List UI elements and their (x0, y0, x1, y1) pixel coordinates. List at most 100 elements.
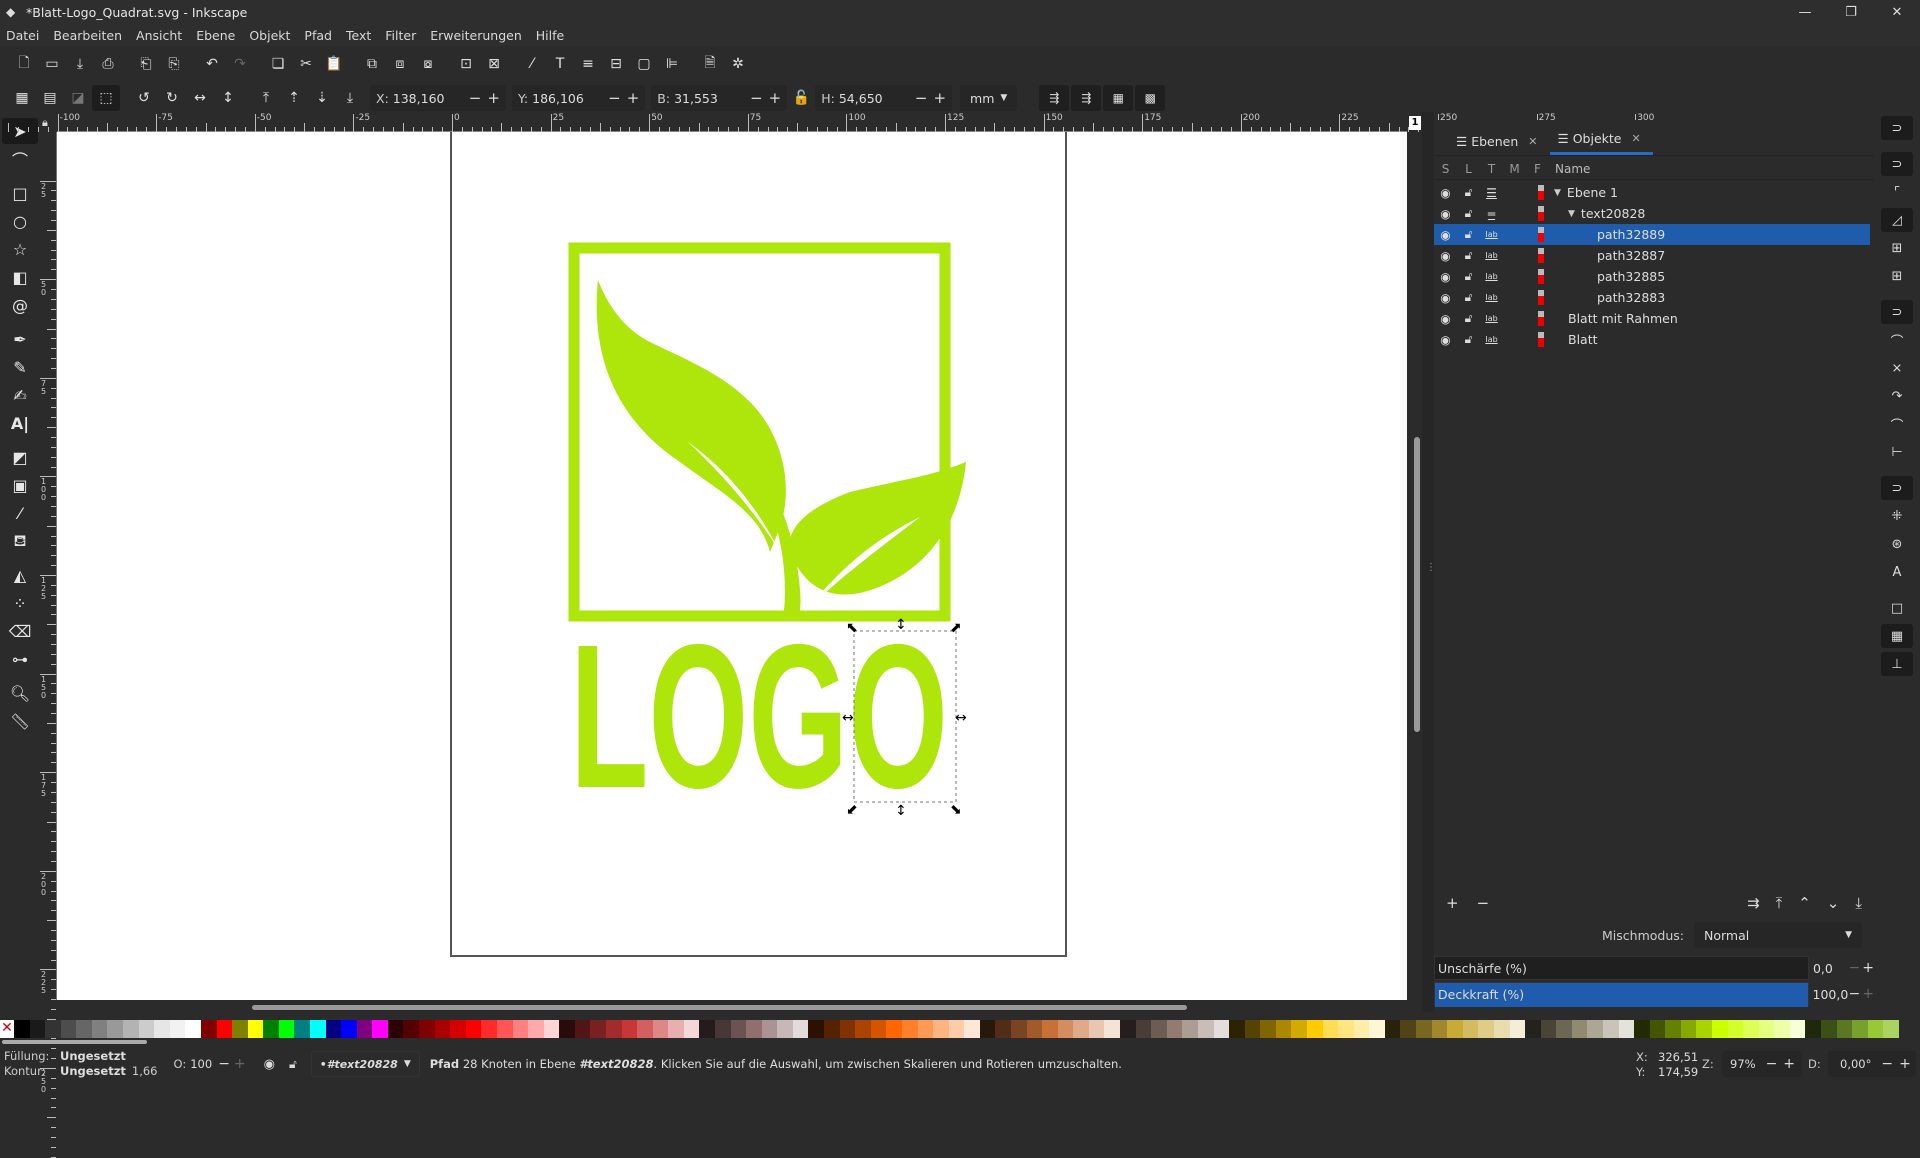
color-swatch[interactable] (792, 1020, 809, 1038)
object-row-ebene-1[interactable]: ◉ 🔓︎ ☰ ▼ Ebene 1 (1434, 182, 1870, 203)
color-swatch[interactable] (746, 1020, 762, 1038)
color-swatch[interactable] (1244, 1020, 1261, 1038)
indent-button[interactable]: ⇉ (1747, 894, 1760, 912)
color-swatch[interactable] (1322, 1020, 1339, 1038)
unlock-icon[interactable]: 🔓︎ (1457, 248, 1480, 263)
snap-bbox-button[interactable]: ⊃ (1881, 152, 1913, 176)
color-swatch[interactable] (1400, 1020, 1417, 1038)
color-swatch[interactable] (839, 1020, 856, 1038)
color-swatch[interactable] (294, 1020, 310, 1038)
visibility-eye-icon[interactable]: ◉ (1434, 291, 1457, 305)
leaf-large[interactable] (596, 280, 786, 552)
align-distribute-button[interactable]: ⊫ (658, 51, 686, 77)
tool-ellipse[interactable]: ○ (2, 208, 38, 234)
color-swatch[interactable] (1618, 1020, 1635, 1038)
tool-measure[interactable]: 📏︎ (2, 708, 38, 734)
color-swatch[interactable] (1680, 1020, 1697, 1038)
snap-cusp-button[interactable]: ↷ (1881, 384, 1913, 408)
color-swatch[interactable] (605, 1020, 622, 1038)
scale-handle-e[interactable]: ↔ (955, 710, 967, 726)
color-swatch[interactable] (995, 1020, 1011, 1038)
undo-button[interactable]: ↶ (198, 51, 226, 77)
add-object-button[interactable]: + (1446, 894, 1459, 912)
copy-button[interactable]: ❏ (264, 51, 292, 77)
flip-horizontal-button[interactable]: ↔ (186, 85, 214, 111)
object-row-text20828[interactable]: ◉ 🔓︎ ═ ▼ text20828 (1434, 203, 1870, 224)
color-swatch[interactable] (434, 1020, 451, 1038)
print-button[interactable]: ⎙ (94, 51, 122, 77)
tab-objekte[interactable]: ☰ Objekte ✕ (1549, 131, 1653, 155)
opacity-short-increment[interactable]: + (234, 1056, 246, 1072)
tool-zoom[interactable]: 🔍︎ (2, 680, 38, 706)
tool-rectangle[interactable]: □ (2, 180, 38, 206)
rotate-ccw-button[interactable]: ↺ (130, 85, 158, 111)
cut-button[interactable]: ✂ (292, 51, 320, 77)
select-all-button[interactable]: ▦ (8, 85, 36, 111)
col-name[interactable]: Name (1555, 162, 1590, 176)
tool-mesh[interactable]: ▣ (2, 472, 38, 498)
color-swatch[interactable] (683, 1020, 700, 1038)
color-swatch[interactable] (76, 1020, 92, 1038)
color-swatch[interactable] (1135, 1020, 1152, 1038)
tool-spiral[interactable]: @ (2, 292, 38, 318)
tool-paint-bucket[interactable]: ⛾ (2, 528, 38, 554)
snap-others-button[interactable]: ⊃ (1881, 476, 1913, 500)
vertical-ruler[interactable]: 25 50 75 100 125 150 175 200 225 250 (40, 132, 57, 1158)
color-swatch[interactable] (1151, 1020, 1167, 1038)
color-swatch[interactable] (123, 1020, 139, 1038)
object-name[interactable]: path32885 (1597, 269, 1665, 284)
color-swatch[interactable] (886, 1020, 902, 1038)
color-swatch[interactable] (1291, 1020, 1307, 1038)
menu-ansicht[interactable]: Ansicht (136, 28, 182, 43)
transform-patterns-button[interactable]: ▩ (1135, 85, 1166, 111)
open-button[interactable]: ▭ (38, 51, 66, 77)
color-swatch[interactable] (1602, 1020, 1619, 1038)
color-swatch[interactable] (185, 1020, 201, 1038)
preferences-button[interactable]: ✲ (724, 51, 752, 77)
lower-button[interactable]: ⌄ (1827, 894, 1840, 912)
blur-increment[interactable]: + (1862, 960, 1874, 976)
object-row-blatt[interactable]: ◉ 🔓︎ Iab Blatt (1434, 329, 1870, 350)
rotate-cw-button[interactable]: ↻ (158, 85, 186, 111)
width-field[interactable]: B: 31,553 − + (651, 85, 788, 111)
color-swatch[interactable] (1743, 1020, 1759, 1038)
color-swatch[interactable] (590, 1020, 606, 1038)
color-swatch[interactable] (263, 1020, 279, 1038)
snap-path-button[interactable]: ⌒ (1881, 328, 1913, 352)
tab-ebenen[interactable]: ☰ Ebenen ✕ (1448, 134, 1550, 155)
expand-triangle-icon[interactable]: ▼ (1554, 188, 1561, 198)
color-swatch[interactable] (1120, 1020, 1136, 1038)
color-swatch[interactable] (1011, 1020, 1027, 1038)
snap-center-button[interactable]: ⁜ (1881, 504, 1913, 528)
tool-gradient[interactable]: ◩ (2, 444, 38, 470)
color-swatch[interactable] (387, 1020, 404, 1038)
horizontal-ruler[interactable]: -125-100-75-50-2502550751001251501752002… (8, 112, 1725, 132)
visibility-eye-icon[interactable]: ◉ (1434, 228, 1457, 242)
color-swatch[interactable] (1665, 1020, 1681, 1038)
scale-handle-w[interactable]: ↔ (842, 710, 854, 726)
height-increment[interactable]: + (933, 89, 946, 107)
color-swatch[interactable] (1525, 1020, 1541, 1038)
color-swatch[interactable] (14, 1020, 30, 1038)
zoom-in-button[interactable]: + (1783, 1056, 1795, 1072)
color-swatch[interactable] (1758, 1020, 1775, 1038)
restore-button[interactable]: ❐ (1828, 0, 1874, 24)
unlock-icon[interactable]: 🔓︎ (1457, 311, 1480, 326)
color-swatch[interactable] (1805, 1020, 1822, 1038)
color-swatch[interactable] (200, 1020, 217, 1038)
width-increment[interactable]: + (769, 89, 782, 107)
color-swatch[interactable] (1042, 1020, 1058, 1038)
menu-datei[interactable]: Datei (6, 28, 39, 43)
color-swatch[interactable] (1197, 1020, 1214, 1038)
unlock-icon[interactable]: 🔓︎ (1457, 227, 1480, 242)
zoom-value[interactable]: 97% (1730, 1057, 1756, 1071)
color-swatch[interactable] (91, 1020, 108, 1038)
horizontal-scroll-thumb[interactable] (252, 1005, 1187, 1010)
visibility-eye-icon[interactable]: ◉ (1434, 207, 1457, 221)
color-swatch[interactable] (481, 1020, 497, 1038)
menu-bearbeiten[interactable]: Bearbeiten (53, 28, 122, 43)
scale-stroke-button[interactable]: ⇶ (1039, 85, 1070, 111)
close-icon[interactable]: ✕ (1632, 132, 1641, 145)
color-swatch[interactable] (855, 1020, 871, 1038)
object-name[interactable]: path32887 (1597, 248, 1665, 263)
